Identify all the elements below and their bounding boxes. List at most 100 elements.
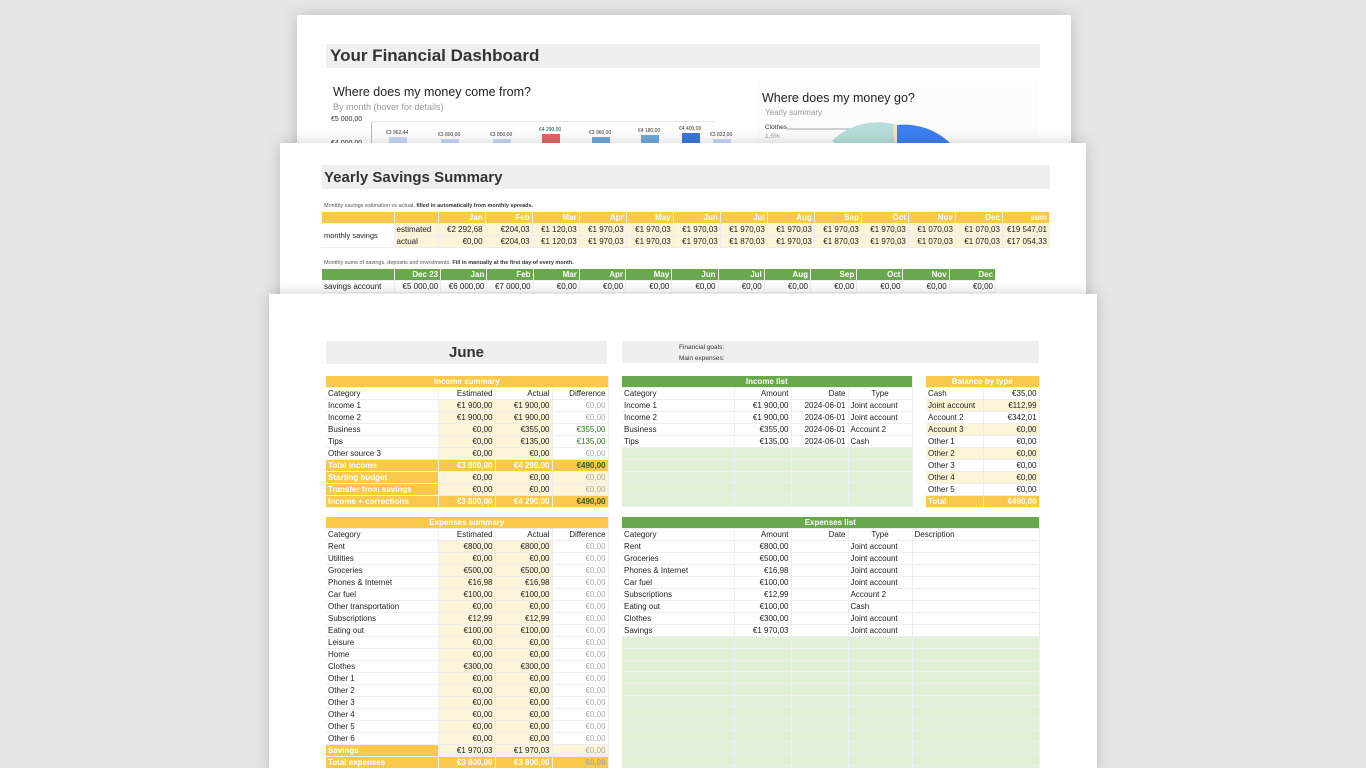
expenses_summary-cell[interactable]: €0,00 [495,708,553,722]
income_list-cell[interactable]: Cash [848,435,913,449]
expenses_summary-cell[interactable]: €0,00 [495,672,553,686]
expenses_list-empty-cell[interactable] [912,648,1040,661]
expenses_summary-cell[interactable]: €0,00 [495,696,553,710]
expenses_summary-cell[interactable]: €0,00 [552,636,609,650]
expenses_list-cell[interactable]: Joint account [848,564,913,578]
expenses_summary-cell[interactable]: €0,00 [438,672,496,686]
expenses_summary-total-cell[interactable]: Total expenses [326,756,439,768]
balance-value-cell[interactable]: €0,00 [983,423,1040,437]
income_list-empty-cell[interactable] [848,494,913,507]
actual-cell[interactable]: €1 070,03 [955,235,1003,249]
income_summary-cell[interactable]: Income 1 [326,399,439,413]
expenses_list-cell[interactable]: Cash [848,600,913,614]
income_list-cell[interactable]: Tips [622,435,735,449]
expenses_list-cell[interactable]: €500,00 [734,552,792,566]
expenses_summary-cell[interactable]: €0,00 [438,708,496,722]
income_list-empty-cell[interactable] [622,471,735,484]
expenses_list-cell[interactable] [912,588,1040,602]
income_list-cell[interactable]: €1 900,00 [734,399,792,413]
balance-value-cell[interactable]: €112,99 [983,399,1040,413]
estimated-cell[interactable]: €2 292,68 [438,223,486,237]
expenses_list-empty-cell[interactable] [622,753,735,766]
expenses_list-empty-cell[interactable] [622,741,735,755]
actual-cell[interactable]: €1 120,03 [532,235,580,249]
expenses_list-header[interactable]: Description [912,528,1040,542]
month-header[interactable]: Sep [814,212,862,225]
expenses_list-cell[interactable]: Joint account [848,624,913,638]
balance-value-cell[interactable]: €35,00 [983,387,1040,401]
expenses_list-empty-cell[interactable] [734,660,792,673]
expenses_list-empty-cell[interactable] [912,730,1040,743]
balance-value-cell[interactable]: €0,00 [983,471,1040,485]
savings-cell[interactable]: €7 000,00 [486,280,534,294]
expenses_list-cell[interactable]: €100,00 [734,600,792,614]
income_summary-cell[interactable]: €135,00 [552,435,609,449]
month-header[interactable]: May [626,212,674,225]
estimated-cell[interactable]: €1 070,03 [955,223,1003,237]
income_list-cell[interactable]: Income 2 [622,411,735,425]
expenses_list-cell[interactable] [791,564,849,578]
expenses_list-title[interactable]: Expenses list [622,517,1040,530]
income_list-header[interactable]: Date [791,387,849,401]
expenses_summary-cell[interactable]: €0,00 [552,588,609,602]
expenses_summary-savings-cell[interactable]: €1 970,03 [495,744,553,758]
expenses_summary-title[interactable]: Expenses summary [326,517,609,530]
expenses_list-cell[interactable] [791,624,849,638]
expenses_list-cell[interactable] [791,600,849,614]
income_list-header[interactable]: Category [622,387,735,401]
income_list-empty-cell[interactable] [848,459,913,472]
income_list-cell[interactable]: €135,00 [734,435,792,449]
expenses_summary-cell[interactable]: €0,00 [552,624,609,638]
expenses_list-cell[interactable] [912,624,1040,638]
actual-cell[interactable]: €17 054,33 [1002,235,1051,249]
expenses_list-empty-cell[interactable] [912,660,1040,673]
expenses_list-empty-cell[interactable] [791,741,849,755]
expenses_list-empty-cell[interactable] [791,695,849,708]
expenses_list-empty-cell[interactable] [734,718,792,731]
income_list-empty-cell[interactable] [622,482,735,495]
expenses_list-empty-cell[interactable] [734,753,792,766]
expenses_list-header[interactable]: Date [791,528,849,542]
actual-cell[interactable]: €1 870,03 [720,235,768,249]
income_list-empty-cell[interactable] [734,482,792,495]
balance-value-cell[interactable]: €0,00 [983,447,1040,461]
expenses_summary-cell[interactable]: Leisure [326,636,439,650]
estimated-cell[interactable]: €1 970,03 [861,223,909,237]
income_summary-corrections-cell[interactable]: €3 800,00 [438,495,496,509]
expenses_summary-cell[interactable]: Eating out [326,624,439,638]
expenses_list-empty-cell[interactable] [791,660,849,673]
income_summary-cell[interactable]: Income 2 [326,411,439,425]
expenses_summary-cell[interactable]: €0,00 [438,732,496,746]
income_summary-cell[interactable]: €1 900,00 [495,411,553,425]
month-header[interactable]: May [625,269,673,282]
expenses_list-empty-cell[interactable] [912,695,1040,708]
income_list-empty-cell[interactable] [848,471,913,484]
expenses_list-cell[interactable]: Joint account [848,540,913,554]
actual-cell[interactable]: €1 970,03 [579,235,627,249]
actual-cell[interactable]: €204,03 [485,235,533,249]
expenses_list-cell[interactable]: €800,00 [734,540,792,554]
income_summary-total-cell[interactable]: €3 800,00 [438,459,496,473]
savings-cell[interactable]: €6 000,00 [440,280,488,294]
expenses_list-empty-cell[interactable] [912,683,1040,696]
balance-type-cell[interactable]: Joint account [926,399,984,413]
month-header[interactable]: Dec [955,212,1003,225]
expenses_list-empty-cell[interactable] [622,636,735,649]
expenses_summary-total-cell[interactable]: €0,00 [552,756,609,768]
balance-type-cell[interactable]: Account 3 [926,423,984,437]
income_list-cell[interactable]: €1 900,00 [734,411,792,425]
estimated-cell[interactable]: €1 070,03 [908,223,956,237]
estimated-cell[interactable]: €1 970,03 [814,223,862,237]
expenses_list-cell[interactable]: Car fuel [622,576,735,590]
expenses_list-empty-cell[interactable] [734,730,792,743]
expenses_summary-total-cell[interactable]: €3 800,00 [438,756,496,768]
expenses_list-empty-cell[interactable] [848,718,913,731]
expenses_list-cell[interactable] [912,540,1040,554]
month-header[interactable]: Aug [764,269,811,282]
actual-cell[interactable]: €1 970,03 [673,235,721,249]
expenses_summary-cell[interactable]: €100,00 [495,588,553,602]
balance-type-cell[interactable]: Other 3 [926,459,984,473]
expenses_list-empty-cell[interactable] [912,706,1040,719]
income_list-header[interactable]: Amount [734,387,792,401]
expenses_summary-cell[interactable]: €300,00 [495,660,553,674]
